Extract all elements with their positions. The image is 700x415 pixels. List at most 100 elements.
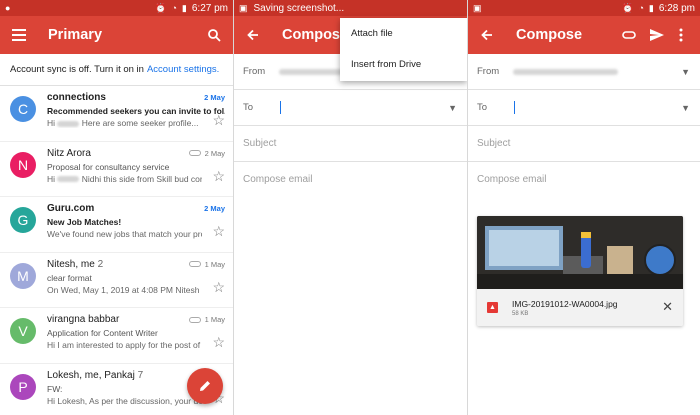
compose-body-input[interactable]: Compose email bbox=[234, 162, 467, 185]
star-icon[interactable]: ☆ bbox=[212, 113, 225, 127]
chevron-down-icon[interactable]: ▼ bbox=[681, 103, 690, 113]
subject-input[interactable]: Subject bbox=[468, 126, 700, 162]
compose-attachment-panel: ▣ ⏰ ◔ ▮ 6:28 pm Compose From ▼ To ▼ Subj… bbox=[468, 0, 700, 415]
status-bar: ▣ ⏰ ◔ ▮ 6:28 pm bbox=[468, 0, 700, 16]
remove-attachment-icon[interactable]: ✕ bbox=[662, 300, 673, 313]
to-field[interactable]: To ▼ bbox=[234, 90, 467, 126]
sync-text: Account sync is off. Turn it on in bbox=[10, 64, 144, 75]
star-icon[interactable]: ☆ bbox=[212, 335, 225, 349]
avatar[interactable]: V bbox=[10, 318, 36, 344]
attachment-card[interactable]: ▲ IMG-20191012-WA0004.jpg 58 KB ✕ bbox=[477, 216, 683, 326]
wifi-icon: ◔ bbox=[638, 2, 644, 13]
status-time: 6:28 pm bbox=[658, 2, 695, 14]
date-text: 2 May bbox=[204, 148, 225, 158]
attachment-thumbnail[interactable] bbox=[477, 216, 683, 289]
to-label: To bbox=[477, 102, 488, 113]
status-notification-icon: ● bbox=[5, 2, 11, 13]
send-icon[interactable] bbox=[646, 24, 668, 46]
date-meta: 2 May bbox=[204, 204, 225, 213]
sender-name: connections bbox=[47, 92, 225, 103]
attachment-size: 58 KB bbox=[512, 310, 529, 317]
attachment-name: IMG-20191012-WA0004.jpg bbox=[512, 298, 618, 309]
compose-body-input[interactable]: Compose email bbox=[468, 162, 700, 185]
date-meta: 1 May bbox=[188, 315, 225, 324]
list-item[interactable]: N Nitz Arora Proposal for consultancy serv… bbox=[0, 142, 233, 197]
status-bar: ● ⏰ ◔ ▮ 6:27 pm bbox=[0, 0, 233, 16]
subject-input[interactable]: Subject bbox=[234, 126, 467, 162]
back-arrow-icon[interactable] bbox=[476, 24, 498, 46]
star-icon[interactable]: ☆ bbox=[212, 169, 225, 183]
attach-icon[interactable] bbox=[618, 24, 640, 46]
menu-icon[interactable] bbox=[8, 24, 30, 46]
star-icon[interactable]: ☆ bbox=[212, 224, 225, 238]
sender-text: connections bbox=[47, 92, 106, 103]
wifi-icon: ◔ bbox=[171, 2, 177, 13]
compose-toolbar: Compose bbox=[468, 16, 700, 54]
redacted-name bbox=[57, 120, 80, 127]
subject-line: Recommended seekers you can invite to fo… bbox=[47, 106, 225, 116]
menu-item-insert-from-drive[interactable]: Insert from Drive bbox=[340, 49, 467, 80]
subject-line: New Job Matches! bbox=[47, 217, 122, 227]
thread-count: 2 bbox=[97, 258, 104, 270]
avatar[interactable]: M bbox=[10, 262, 36, 289]
alarm-icon: ⏰ bbox=[155, 2, 167, 13]
subject-line: clear format bbox=[47, 272, 92, 283]
snippet-text: On Wed, May 1, 2019 at 4:08 PM Nitesh Ku… bbox=[47, 284, 202, 295]
sender-text: Lokesh, me, Pankaj bbox=[47, 369, 135, 381]
chevron-down-icon[interactable]: ▼ bbox=[681, 67, 690, 77]
snippet-text: Nidhi this side from Skill bud consu... bbox=[81, 173, 202, 184]
battery-icon: ▮ bbox=[648, 2, 654, 13]
snippet: On Wed, May 1, 2019 at 4:08 PM Nitesh Ku… bbox=[47, 285, 202, 295]
compose-button[interactable] bbox=[187, 368, 223, 404]
date-meta: 2 May bbox=[188, 148, 225, 158]
inbox-toolbar: Primary bbox=[0, 16, 233, 54]
subject-line: Application for Content Writer bbox=[47, 328, 158, 338]
to-field[interactable]: To ▼ bbox=[468, 90, 700, 126]
account-settings-link[interactable]: Account settings. bbox=[147, 64, 219, 75]
avatar[interactable]: C bbox=[10, 96, 36, 122]
list-item[interactable]: Vvirangna babbar Application for Content … bbox=[0, 308, 233, 364]
back-arrow-icon[interactable] bbox=[242, 24, 264, 46]
label-icon bbox=[188, 150, 201, 156]
subject-line: Proposal for consultancy service bbox=[47, 161, 170, 172]
sender-name: Guru.com bbox=[47, 203, 225, 214]
date-meta: 1 May bbox=[188, 260, 225, 269]
sender-text: Nitesh, me bbox=[47, 258, 95, 270]
image-file-icon: ▲ bbox=[487, 302, 498, 313]
snippet-text: We've found new jobs that match your pro… bbox=[47, 229, 202, 239]
list-item[interactable]: M Nitesh, me 2 clear format On Wed, May 1, … bbox=[0, 253, 233, 308]
text-cursor bbox=[514, 101, 515, 114]
battery-icon: ▮ bbox=[181, 2, 187, 13]
from-field[interactable]: From ▼ bbox=[468, 54, 700, 90]
status-bar: ▣ Saving screenshot... bbox=[234, 0, 467, 16]
image-icon: ▣ bbox=[473, 2, 482, 13]
label-icon bbox=[188, 261, 201, 267]
avatar[interactable]: N bbox=[10, 151, 36, 178]
sender-text: Guru.com bbox=[47, 203, 95, 214]
from-label: From bbox=[243, 66, 266, 77]
avatar[interactable]: P bbox=[10, 373, 36, 400]
list-item[interactable]: G Guru.com New Job Matches! We've found new… bbox=[0, 197, 233, 253]
date-text: 2 May bbox=[204, 204, 225, 213]
status-time: 6:27 pm bbox=[191, 2, 228, 14]
avatar[interactable]: G bbox=[10, 207, 36, 233]
inbox-panel: ● ⏰ ◔ ▮ 6:27 pm Primary Account sync is … bbox=[0, 0, 233, 415]
snippet-text: Hi Lokesh, As per the discussion, your d… bbox=[47, 395, 202, 406]
list-item[interactable]: Cconnections Recommended seekers you can … bbox=[0, 86, 233, 142]
sync-banner: Account sync is off. Turn it on in Accou… bbox=[0, 54, 233, 86]
attachment-info: ▲ IMG-20191012-WA0004.jpg 58 KB ✕ bbox=[477, 289, 683, 326]
chevron-down-icon[interactable]: ▼ bbox=[448, 103, 457, 113]
date-meta: 2 May bbox=[204, 93, 225, 102]
snippet-text: Hi I am interested to apply for the post… bbox=[47, 340, 202, 350]
date-text: 1 May bbox=[204, 315, 225, 324]
page-title: Primary bbox=[48, 27, 103, 43]
menu-item-attach-file[interactable]: Attach file bbox=[340, 18, 467, 49]
label-icon bbox=[188, 316, 201, 323]
page-title: Compose bbox=[516, 27, 583, 43]
search-icon[interactable] bbox=[203, 24, 225, 46]
snippet: Hi Lokesh, As per the discussion, your d… bbox=[47, 396, 202, 406]
more-vert-icon[interactable] bbox=[670, 24, 692, 46]
snippet: Hi I am interested to apply for the post… bbox=[47, 340, 202, 350]
text-cursor bbox=[280, 101, 281, 114]
star-icon[interactable]: ☆ bbox=[212, 280, 225, 294]
